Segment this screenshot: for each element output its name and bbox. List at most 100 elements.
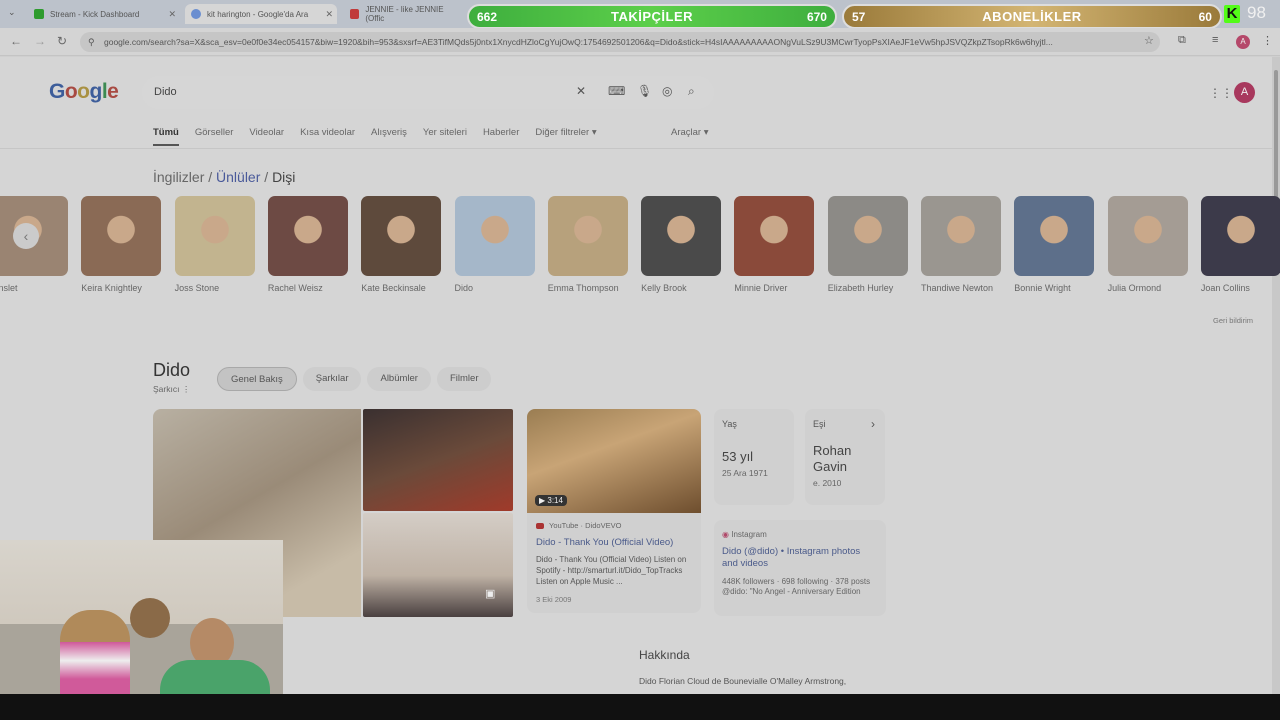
- breadcrumb: İngilizler / Ünlüler / Dişi: [153, 169, 296, 185]
- scrollbar-thumb[interactable]: [1274, 70, 1278, 198]
- person-name[interactable]: Keira Knightley: [81, 283, 161, 293]
- fact-card-spouse[interactable]: Eşi › Rohan Gavin e. 2010: [805, 409, 885, 505]
- chip-movies[interactable]: Filmler: [436, 367, 492, 391]
- person-photo[interactable]: [81, 196, 162, 276]
- filter-shopping[interactable]: Alışveriş: [371, 127, 407, 143]
- tools-menu[interactable]: Araçlar ▾: [671, 127, 709, 138]
- microphone-icon[interactable]: 🎙: [637, 84, 652, 98]
- tab-title: kit harington - Google'da Ara: [207, 9, 309, 19]
- person-card[interactable]: Julia Ormond: [1107, 196, 1188, 293]
- filter-videos[interactable]: Videolar: [249, 127, 284, 143]
- video-card[interactable]: YouTube · DidoVEVO Dido - Thank You (Off…: [527, 513, 701, 613]
- forward-icon[interactable]: →: [34, 34, 46, 48]
- person-card[interactable]: Joan Collins: [1200, 196, 1280, 293]
- person-card[interactable]: Kate Beckinsale: [361, 196, 442, 293]
- person-photo[interactable]: [174, 196, 255, 276]
- carousel-prev-icon[interactable]: ‹: [13, 223, 39, 249]
- chip-songs[interactable]: Şarkılar: [302, 367, 362, 391]
- filter-more[interactable]: Diğer filtreler ▾: [535, 127, 596, 143]
- person-photo[interactable]: [1014, 196, 1095, 276]
- filter-short-videos[interactable]: Kısa videolar: [300, 127, 355, 143]
- chip-overview[interactable]: Genel Bakış: [217, 367, 297, 391]
- more-options-icon[interactable]: ⋮: [182, 384, 191, 394]
- person-name[interactable]: Rachel Weisz: [268, 283, 348, 293]
- person-card[interactable]: Bonnie Wright: [1014, 196, 1095, 293]
- person-photo[interactable]: [547, 196, 628, 276]
- tab-google-search[interactable]: kit harington - Google'da Ara ✕: [185, 4, 337, 24]
- account-avatar[interactable]: A: [1234, 82, 1255, 103]
- bookmark-star-icon[interactable]: ☆: [1144, 34, 1154, 47]
- breadcrumb-item[interactable]: İngilizler: [153, 169, 204, 185]
- person-photo[interactable]: [921, 196, 1001, 276]
- person-photo[interactable]: [1107, 196, 1188, 276]
- clear-search-icon[interactable]: ✕: [576, 84, 586, 98]
- feedback-link[interactable]: Geri bildirim: [1213, 316, 1253, 325]
- person-name[interactable]: Dido: [455, 283, 535, 293]
- video-duration: ▶ 3:14: [535, 495, 567, 506]
- person-card[interactable]: Dido: [449, 191, 540, 314]
- person-photo[interactable]: [267, 196, 348, 276]
- tab-youtube[interactable]: JENNIE - like JENNIE (Offic: [344, 4, 464, 24]
- breadcrumb-item[interactable]: Dişi: [272, 169, 295, 185]
- video-thumbnail[interactable]: ▶ 3:14: [527, 409, 701, 513]
- search-input[interactable]: Dido: [154, 86, 177, 98]
- reload-icon[interactable]: ↻: [57, 34, 67, 48]
- person-photo[interactable]: [361, 196, 442, 276]
- tab-list-icon[interactable]: ⌄: [8, 7, 16, 18]
- person-name[interactable]: Elizabeth Hurley: [828, 283, 908, 293]
- person-name[interactable]: Emma Thompson: [548, 283, 628, 293]
- about-heading: Hakkında: [639, 648, 690, 662]
- search-icon[interactable]: ⌕: [688, 84, 695, 99]
- person-card[interactable]: Keira Knightley: [81, 196, 162, 293]
- chip-albums[interactable]: Albümler: [367, 367, 431, 391]
- site-info-icon[interactable]: ⚲: [88, 32, 95, 52]
- media-controls-icon[interactable]: ≡: [1212, 34, 1218, 46]
- instagram-card[interactable]: ◉ Instagram Dido (@dido) • Instagram pho…: [714, 520, 886, 616]
- google-logo[interactable]: Google: [49, 80, 119, 104]
- filter-images[interactable]: Görseller: [195, 127, 234, 143]
- filter-news[interactable]: Haberler: [483, 127, 519, 143]
- back-icon[interactable]: ←: [10, 34, 22, 48]
- lens-camera-icon[interactable]: ◎: [662, 84, 672, 98]
- gallery-icon[interactable]: ▣: [485, 587, 495, 600]
- person-card[interactable]: Minnie Driver: [734, 196, 815, 293]
- person-card[interactable]: Elizabeth Hurley: [827, 196, 908, 293]
- close-icon[interactable]: ✕: [168, 9, 176, 20]
- browser-menu-icon[interactable]: ⋮: [1262, 34, 1273, 47]
- person-name[interactable]: Thandiwe Newton: [921, 283, 1001, 293]
- instagram-title[interactable]: Dido (@dido) • Instagram photos and vide…: [722, 546, 878, 570]
- entity-photo-concert[interactable]: [363, 409, 513, 511]
- extensions-icon[interactable]: ⧉: [1178, 34, 1186, 47]
- video-title[interactable]: Dido - Thank You (Official Video): [536, 537, 692, 548]
- person-photo[interactable]: [641, 196, 722, 276]
- browser-profile-avatar[interactable]: A: [1236, 35, 1250, 49]
- person-name[interactable]: Bonnie Wright: [1014, 283, 1094, 293]
- person-card[interactable]: Joss Stone: [174, 196, 255, 293]
- person-card[interactable]: Thandiwe Newton: [921, 196, 1001, 293]
- keyboard-icon[interactable]: ⌨: [608, 84, 625, 98]
- address-bar[interactable]: ⚲ google.com/search?sa=X&sca_esv=0e0f0e3…: [80, 32, 1160, 52]
- person-name[interactable]: Kelly Brook: [641, 283, 721, 293]
- close-icon[interactable]: ✕: [325, 9, 333, 20]
- tab-kick-dashboard[interactable]: Stream - Kick Dashboard ✕: [28, 4, 180, 24]
- person-name[interactable]: Kate Beckinsale: [361, 283, 441, 293]
- person-name[interactable]: Winslet: [0, 283, 68, 293]
- person-photo[interactable]: [827, 196, 908, 276]
- person-photo[interactable]: [1200, 196, 1280, 276]
- person-name[interactable]: Joss Stone: [175, 283, 255, 293]
- person-name[interactable]: Joan Collins: [1201, 283, 1280, 293]
- entity-photo-event[interactable]: ▣: [363, 513, 513, 617]
- person-name[interactable]: Julia Ormond: [1108, 283, 1188, 293]
- person-card[interactable]: Emma Thompson: [547, 196, 628, 293]
- person-card[interactable]: Kelly Brook: [641, 196, 722, 293]
- filter-all[interactable]: Tümü: [153, 127, 179, 143]
- person-photo[interactable]: [454, 196, 535, 276]
- search-box[interactable]: Dido ✕ ⌨ 🎙 ◎ ⌕: [142, 76, 714, 109]
- breadcrumb-item[interactable]: Ünlüler: [216, 169, 260, 185]
- person-card[interactable]: Rachel Weisz: [267, 196, 348, 293]
- fact-label: Yaş: [722, 419, 737, 429]
- person-name[interactable]: Minnie Driver: [734, 283, 814, 293]
- fact-card-age[interactable]: Yaş 53 yıl 25 Ara 1971: [714, 409, 794, 505]
- filter-places[interactable]: Yer siteleri: [423, 127, 467, 143]
- person-photo[interactable]: [734, 196, 815, 276]
